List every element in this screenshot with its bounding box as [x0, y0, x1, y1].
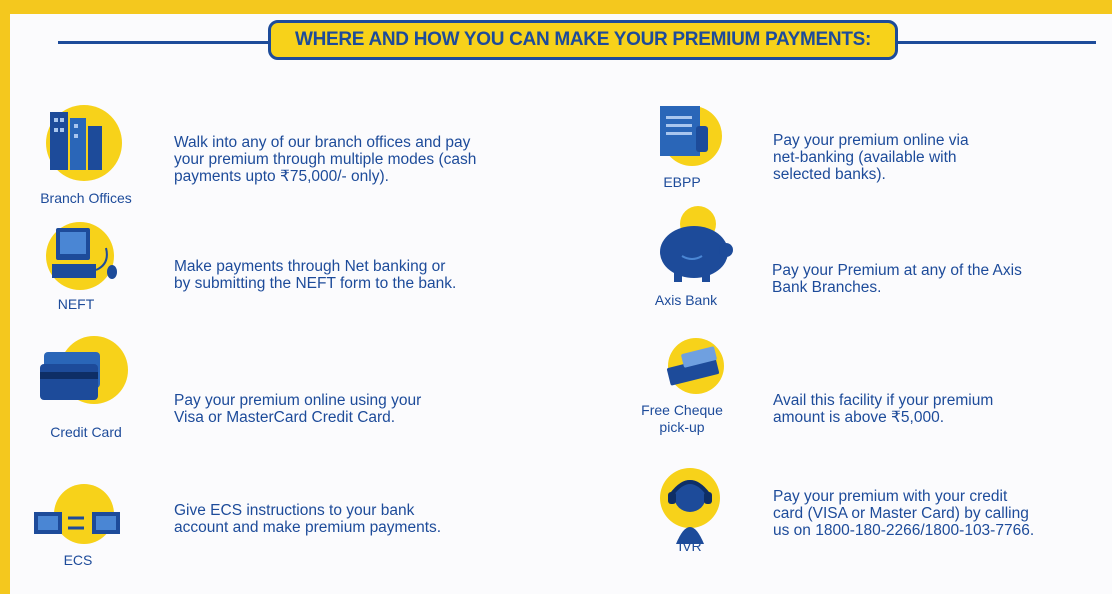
method-description: Give ECS instructions to your bank accou…	[174, 502, 442, 536]
method-description: Pay your premium with your credit card (…	[773, 488, 1035, 539]
method-label: Free Cheque pick-up	[641, 402, 723, 435]
method-description: Pay your Premium at any of the Axis Bank…	[772, 262, 1022, 296]
method-description: Avail this facility if your premium amou…	[773, 392, 994, 426]
method-description: Pay your premium online using your Visa …	[174, 392, 422, 426]
header-rule-left	[58, 41, 268, 44]
method-label: Axis Bank	[654, 292, 718, 308]
method-label: IVR	[678, 538, 702, 554]
method-label: Credit Card	[50, 424, 122, 440]
page-title: WHERE AND HOW YOU CAN MAKE YOUR PREMIUM …	[294, 29, 872, 50]
header-rule-right	[898, 41, 1096, 44]
method-description: Walk into any of our branch offices and …	[174, 134, 477, 185]
method-label: Branch Offices	[40, 190, 132, 206]
piggy-bank-icon	[632, 202, 742, 292]
method-label: NEFT	[57, 296, 95, 312]
header-banner: WHERE AND HOW YOU CAN MAKE YOUR PREMIUM …	[268, 20, 898, 60]
payment-info-panel: WHERE AND HOW YOU CAN MAKE YOUR PREMIUM …	[0, 0, 1112, 594]
method-description: Pay your premium online via net-banking …	[773, 132, 969, 183]
computer-icon	[30, 218, 140, 308]
method-description: Make payments through Net banking or by …	[174, 258, 457, 292]
method-label: EBPP	[663, 174, 701, 190]
credit-card-icon	[22, 334, 132, 424]
method-label: ECS	[63, 552, 93, 568]
bill-icon	[630, 96, 740, 186]
building-icon	[26, 98, 136, 188]
